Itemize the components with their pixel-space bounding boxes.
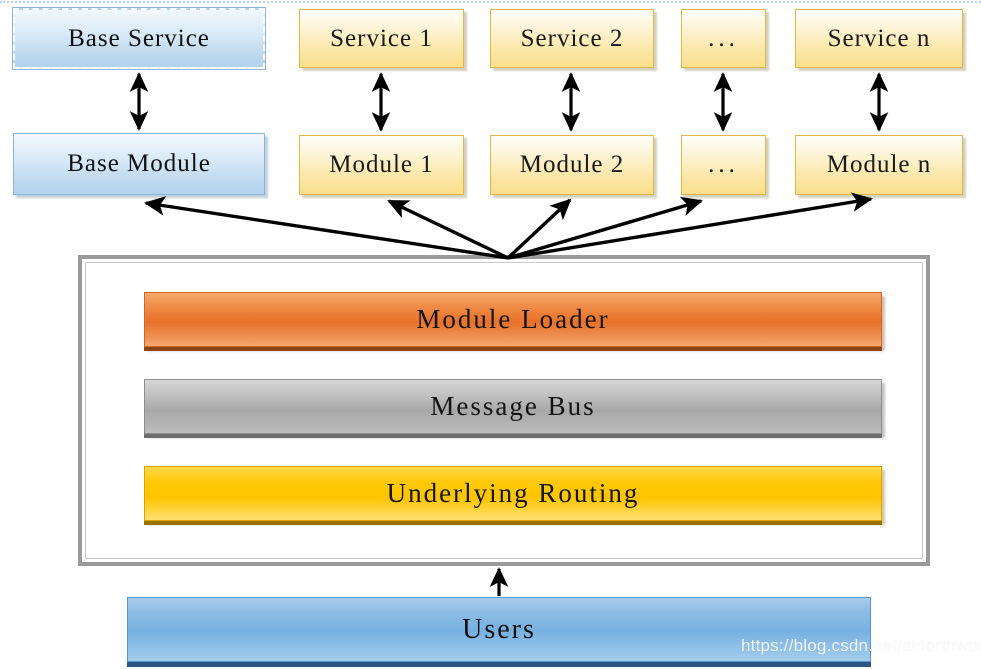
bar-label: Module Loader [416, 304, 610, 334]
node-label: Module 1 [329, 151, 434, 178]
bar-label: Underlying Routing [386, 478, 640, 508]
node-base-module[interactable]: Base Module [13, 133, 265, 195]
arrow-hub-to-module-1 [387, 199, 509, 260]
bar-message-bus[interactable]: Message Bus [144, 379, 882, 434]
node-label: Service 2 [520, 24, 624, 52]
node-module-1[interactable]: Module 1 [299, 135, 464, 195]
bar-underlying-routing[interactable]: Underlying Routing [144, 466, 882, 521]
node-module-n[interactable]: Module n [795, 135, 963, 195]
core-framework-container: Module Loader Message Bus Underlying Rou… [78, 255, 930, 566]
arrow-hub-to-module-dots [507, 196, 703, 260]
core-framework-inner: Module Loader Message Bus Underlying Rou… [85, 262, 923, 559]
node-base-service[interactable]: Base Service [12, 7, 266, 70]
node-label: ... [708, 24, 739, 52]
node-service-n[interactable]: Service n [795, 9, 963, 68]
node-service-1[interactable]: Service 1 [299, 9, 464, 68]
bar-label: Message Bus [430, 391, 596, 421]
node-service-ellipsis[interactable]: ... [681, 9, 766, 68]
bar-module-loader[interactable]: Module Loader [144, 292, 882, 347]
node-label: Base Module [67, 150, 211, 177]
node-label: Service n [827, 24, 931, 52]
top-rule-divider [0, 1, 981, 5]
node-module-ellipsis[interactable]: ... [681, 135, 766, 195]
watermark-url: https://blog.csdn.net/alnorthword [741, 636, 981, 655]
node-label: Service 1 [330, 24, 433, 52]
diagram-canvas: Base Service Service 1 Service 2 ... Ser… [0, 0, 981, 669]
arrow-hub-to-base-module [143, 196, 509, 260]
node-label: Users [462, 613, 536, 645]
node-label: Module n [826, 151, 932, 178]
node-module-2[interactable]: Module 2 [490, 135, 654, 195]
node-service-2[interactable]: Service 2 [490, 9, 654, 68]
arrow-hub-to-module-2 [506, 198, 572, 260]
node-label: ... [708, 151, 739, 178]
node-label: Module 2 [519, 151, 625, 178]
node-label: Base Service [68, 24, 210, 52]
arrow-hub-to-module-n [507, 192, 874, 260]
